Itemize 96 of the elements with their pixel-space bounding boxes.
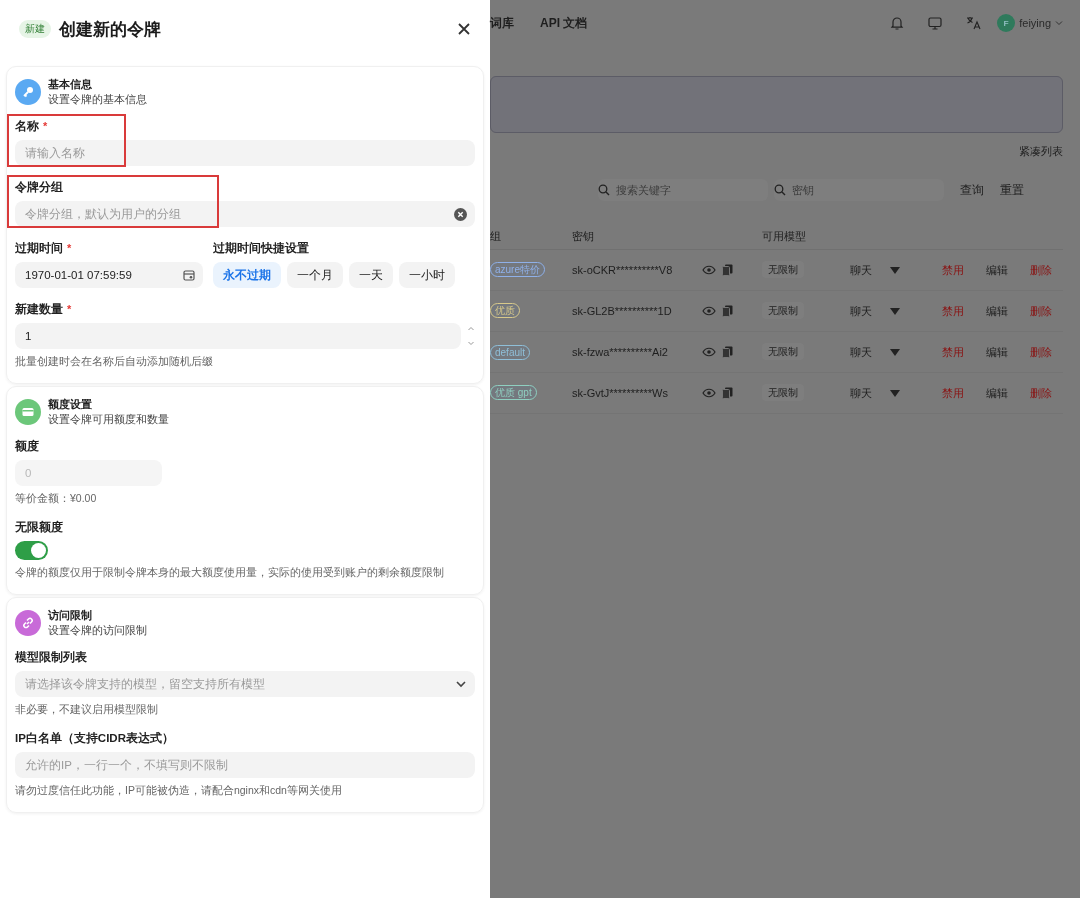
section-subtitle: 设置令牌的基本信息 (48, 93, 147, 107)
date-field[interactable]: 1970-01-01 07:59:59 (15, 262, 203, 288)
type-select[interactable]: 聊天 (850, 344, 872, 360)
field-label: 模型限制列表 (15, 650, 87, 665)
field-hint: 请勿过度信任此功能，IP可能被伪造，请配合nginx和cdn等网关使用 (15, 784, 343, 798)
model-tag: 无限制 (762, 302, 804, 319)
field-hint: 等价金额：¥0.00 (15, 492, 98, 506)
required-mark: * (67, 303, 72, 315)
drawer-title: 创建新的令牌 (59, 18, 162, 41)
user-name[interactable]: feiying (1019, 17, 1051, 29)
nav-link[interactable]: 词库 (490, 14, 514, 32)
search-action-button[interactable]: 查询 (960, 182, 984, 198)
chevron-down-icon (455, 678, 467, 690)
search-action-button[interactable]: 重置 (1000, 182, 1024, 198)
compact-list-toggle[interactable]: 紧凑列表 (1019, 144, 1063, 159)
field-hint: 批量创建时会在名称后自动添加随机后缀 (15, 355, 214, 369)
caret-down-icon[interactable] (890, 307, 900, 315)
row-action-link[interactable]: 删除 (1030, 303, 1052, 319)
section-title: 基本信息 (48, 77, 93, 92)
group-tag: default (490, 345, 531, 360)
caret-down-icon[interactable] (890, 348, 900, 356)
required-mark: * (67, 242, 72, 254)
section-subtitle: 设置令牌可用额度和数量 (48, 413, 169, 427)
calendar-icon (183, 269, 195, 281)
field-hint: 令牌的额度仅用于限制令牌本身的最大额度使用量，实际的使用受到账户的剩余额度限制 (15, 566, 445, 580)
group-tag: 优质 gpt (490, 385, 537, 400)
api-key-text: sk-GL2B**********1D (572, 305, 673, 317)
api-key-text: sk-oCKR**********V8 (572, 264, 674, 276)
caret-down-icon[interactable] (890, 266, 900, 274)
row-action-link[interactable]: 删除 (1030, 262, 1052, 278)
eye-icon[interactable] (702, 347, 716, 357)
model-tag: 无限制 (762, 343, 804, 360)
bell-icon[interactable] (889, 15, 906, 31)
new-badge: 新建 (19, 20, 51, 38)
quick-option-button[interactable]: 一个月 (287, 262, 343, 288)
copy-icon[interactable] (722, 346, 733, 358)
close-button[interactable] (456, 21, 472, 37)
type-select[interactable]: 聊天 (850, 262, 872, 278)
group-tag: 优质 (490, 303, 520, 318)
type-select[interactable]: 聊天 (850, 303, 872, 319)
field-label: 过期时间快捷设置 (213, 241, 309, 256)
user-avatar[interactable]: F (997, 14, 1016, 32)
model-tag: 无限制 (762, 261, 804, 278)
input-field[interactable]: 令牌分组，默认为用户的分组 (15, 201, 475, 227)
row-action-link[interactable]: 编辑 (986, 262, 1008, 278)
api-key-text: sk-GvtJ**********Ws (572, 387, 669, 399)
group-tag: azure特价 (490, 262, 545, 277)
row-action-link[interactable]: 编辑 (986, 303, 1008, 319)
caret-down-icon[interactable] (890, 389, 900, 397)
select-field[interactable]: 请选择该令牌支持的模型，留空支持所有模型 (15, 671, 475, 697)
eye-icon[interactable] (702, 388, 716, 398)
row-action-link[interactable]: 编辑 (986, 385, 1008, 401)
field-label: 新建数量 (15, 302, 63, 317)
field-label: 过期时间 (15, 241, 63, 256)
eye-icon[interactable] (702, 306, 716, 316)
field-label: IP白名单（支持CIDR表达式） (15, 731, 174, 746)
column-header: 密钥 (572, 228, 595, 244)
input-field[interactable]: 请输入名称 (15, 140, 475, 166)
row-action-link[interactable]: 编辑 (986, 344, 1008, 360)
required-mark: * (43, 120, 48, 132)
field-label: 额度 (15, 439, 39, 454)
copy-icon[interactable] (722, 264, 733, 276)
model-tag: 无限制 (762, 384, 804, 401)
section-subtitle: 设置令牌的访问限制 (48, 624, 147, 638)
quick-option-button[interactable]: 永不过期 (213, 262, 281, 288)
section-title: 额度设置 (48, 397, 93, 412)
type-select[interactable]: 聊天 (850, 385, 872, 401)
row-action-link[interactable]: 删除 (1030, 344, 1052, 360)
api-key-text: sk-fzwa**********Ai2 (572, 346, 669, 358)
input-field[interactable]: 允许的IP，一行一个，不填写则不限制 (15, 752, 475, 778)
field-label: 令牌分组 (15, 180, 63, 195)
row-action-link[interactable]: 禁用 (942, 344, 964, 360)
section-title: 访问限制 (48, 608, 93, 623)
quick-option-button[interactable]: 一天 (349, 262, 393, 288)
row-action-link[interactable]: 禁用 (942, 262, 964, 278)
copy-icon[interactable] (722, 387, 733, 399)
monitor-icon[interactable] (927, 15, 944, 31)
row-action-link[interactable]: 禁用 (942, 385, 964, 401)
close-icon (458, 23, 470, 35)
row-action-link[interactable]: 禁用 (942, 303, 964, 319)
quick-option-button[interactable]: 一小时 (399, 262, 455, 288)
search-field[interactable]: 密钥 (774, 179, 944, 201)
field-label: 名称 (15, 119, 39, 134)
number-field[interactable]: 1 (15, 323, 461, 349)
chevron-down-icon (1055, 19, 1063, 27)
field-hint: 非必要，不建议启用模型限制 (15, 703, 159, 717)
translate-icon[interactable] (965, 15, 982, 31)
clear-icon[interactable] (454, 208, 467, 221)
row-action-link[interactable]: 删除 (1030, 385, 1052, 401)
toggle-switch[interactable] (15, 541, 48, 560)
column-header: 组 (490, 228, 502, 244)
field-label: 无限额度 (15, 520, 63, 535)
nav-link[interactable]: API 文档 (540, 14, 588, 32)
copy-icon[interactable] (722, 305, 733, 317)
eye-icon[interactable] (702, 265, 716, 275)
column-header: 可用模型 (762, 228, 807, 244)
